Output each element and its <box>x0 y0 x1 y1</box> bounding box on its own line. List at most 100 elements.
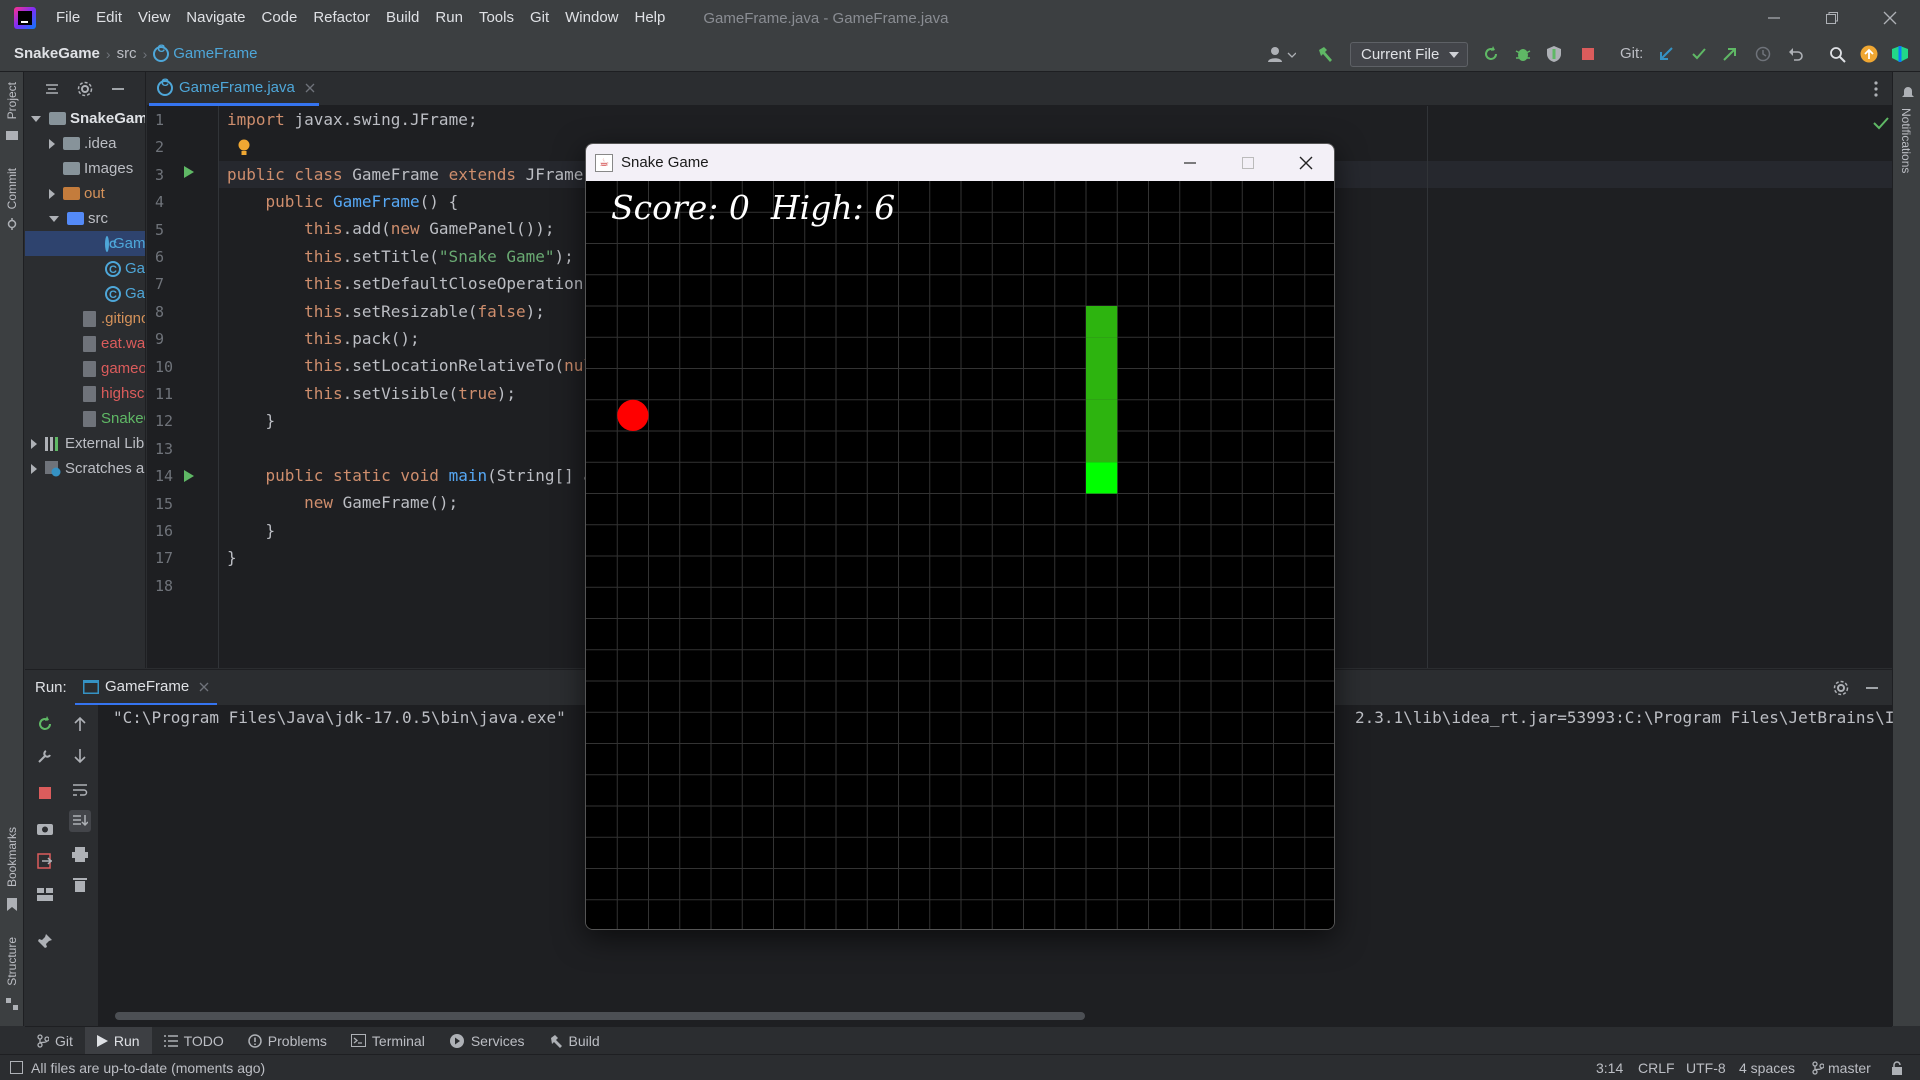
rerun-button[interactable] <box>34 713 56 735</box>
run-gutter-icon[interactable] <box>183 469 195 483</box>
pin-tab-button[interactable] <box>34 930 56 952</box>
profile-dropdown[interactable] <box>1265 43 1297 65</box>
notifications-tool-button[interactable]: Notifications <box>1899 108 1913 177</box>
scroll-to-end-button[interactable] <box>69 810 91 832</box>
tree-item-gameover-wav[interactable]: gameover.wav <box>83 356 145 381</box>
snake-window-titlebar[interactable]: ☕ Snake Game <box>586 144 1334 181</box>
restore-button[interactable] <box>1803 0 1861 36</box>
layout-button[interactable] <box>34 883 56 905</box>
scroll-up-button[interactable] <box>69 713 91 735</box>
tree-item-snakegame[interactable]: SnakeGame <box>31 106 145 131</box>
close-tab-icon[interactable] <box>305 83 315 93</box>
menu-help[interactable]: Help <box>627 0 674 36</box>
exit-button[interactable] <box>34 850 56 872</box>
structure-tool-button[interactable]: Structure <box>5 937 19 990</box>
status-message[interactable]: All files are up-to-date (moments ago) <box>31 1060 265 1076</box>
menu-navigate[interactable]: Navigate <box>178 0 253 36</box>
snake-minimize-button[interactable] <box>1161 144 1219 181</box>
git-rollback-button[interactable] <box>1785 43 1807 65</box>
stop-button[interactable] <box>34 782 56 804</box>
editor-vertical-scrollbar[interactable] <box>1880 136 1888 666</box>
stop-button[interactable] <box>1577 43 1599 65</box>
menu-view[interactable]: View <box>130 0 178 36</box>
project-tool-button[interactable]: Project <box>5 82 19 123</box>
hide-panel-icon[interactable] <box>1865 681 1879 695</box>
indent-setting[interactable]: 4 spaces <box>1739 1055 1795 1080</box>
breadcrumb-src[interactable]: src <box>117 45 137 62</box>
tree-item-idea[interactable]: .idea <box>49 131 117 156</box>
git-commit-button[interactable] <box>1688 43 1710 65</box>
soft-wrap-button[interactable] <box>69 779 91 801</box>
git-branch-widget[interactable]: master <box>1812 1055 1871 1080</box>
more-options-icon[interactable] <box>1874 81 1878 97</box>
coverage-button[interactable] <box>1543 43 1565 65</box>
menu-build[interactable]: Build <box>378 0 427 36</box>
tree-item-eat-wav[interactable]: eat.wav <box>83 331 145 356</box>
tool-tab-todo[interactable]: TODO <box>152 1027 236 1055</box>
tree-item-iml[interactable]: SnakeGame.iml <box>83 406 145 431</box>
screenshot-button[interactable] <box>34 817 56 839</box>
menu-tools[interactable]: Tools <box>471 0 522 36</box>
menu-refactor[interactable]: Refactor <box>305 0 378 36</box>
menu-run[interactable]: Run <box>427 0 471 36</box>
collapse-all-icon[interactable] <box>45 82 59 96</box>
tree-item-src[interactable]: src <box>49 206 108 231</box>
tab-gameframe-java[interactable]: GameFrame.java <box>149 72 319 106</box>
git-push-button[interactable] <box>1719 43 1741 65</box>
tool-tab-run[interactable]: Run <box>84 1026 152 1055</box>
tree-item-scratches[interactable]: Scratches and Consoles <box>31 456 145 481</box>
status-toggle-icon[interactable] <box>10 1061 23 1074</box>
tool-tab-git[interactable]: Git <box>25 1027 85 1055</box>
git-update-button[interactable] <box>1655 43 1677 65</box>
menu-code[interactable]: Code <box>253 0 305 36</box>
run-tab-gameframe[interactable]: GameFrame <box>75 670 218 706</box>
jetbrains-toolbox-button[interactable] <box>1889 43 1911 65</box>
print-button[interactable] <box>69 843 91 865</box>
close-window-button[interactable] <box>1861 0 1919 36</box>
gear-icon[interactable] <box>1833 680 1849 696</box>
updates-button[interactable] <box>1858 43 1880 65</box>
menu-edit[interactable]: Edit <box>88 0 130 36</box>
tool-tab-services[interactable]: Services <box>437 1027 537 1055</box>
tree-item-highscore[interactable]: highscore.txt <box>83 381 145 406</box>
game-board[interactable] <box>586 181 1335 930</box>
line-separator[interactable]: CRLF <box>1638 1055 1675 1080</box>
tree-item-out[interactable]: out <box>49 181 105 206</box>
console-horizontal-scrollbar[interactable] <box>115 1012 1085 1020</box>
tool-tab-terminal[interactable]: Terminal <box>339 1027 437 1055</box>
lightbulb-icon[interactable] <box>237 139 251 157</box>
debug-button[interactable] <box>1512 43 1534 65</box>
caret-position[interactable]: 3:14 <box>1596 1055 1623 1080</box>
build-button[interactable] <box>1314 43 1336 65</box>
hide-panel-icon[interactable] <box>111 82 125 96</box>
intellij-logo-icon[interactable] <box>14 7 36 29</box>
commit-tool-button[interactable]: Commit <box>5 168 19 213</box>
rerun-button[interactable] <box>1480 43 1502 65</box>
menu-git[interactable]: Git <box>522 0 557 36</box>
snake-close-button[interactable] <box>1277 144 1334 181</box>
settings-tool-button[interactable] <box>34 745 56 767</box>
tool-tab-problems[interactable]: Problems <box>236 1027 339 1055</box>
run-configuration-select[interactable]: Current File <box>1350 42 1468 67</box>
clear-console-button[interactable] <box>69 873 91 895</box>
breadcrumb-project[interactable]: SnakeGame <box>14 45 100 62</box>
git-history-button[interactable] <box>1752 43 1774 65</box>
close-tab-icon[interactable] <box>199 682 209 692</box>
file-encoding[interactable]: UTF-8 <box>1686 1055 1726 1080</box>
snake-game-window[interactable]: ☕ Snake Game Score: 0 High: 6 <box>585 143 1335 930</box>
minimize-button[interactable] <box>1745 0 1803 36</box>
tool-tab-build[interactable]: Build <box>537 1027 612 1055</box>
tree-item-gitignore[interactable]: .gitignore <box>83 306 145 331</box>
tree-item-images[interactable]: Images <box>63 156 133 181</box>
lock-icon[interactable] <box>1890 1061 1906 1075</box>
scroll-down-button[interactable] <box>69 745 91 767</box>
menu-file[interactable]: File <box>48 0 88 36</box>
tree-item-gamemain[interactable]: GameMain <box>105 281 145 308</box>
tree-item-external-libraries[interactable]: External Libraries <box>31 431 145 456</box>
bookmarks-tool-button[interactable]: Bookmarks <box>5 827 19 891</box>
tree-item-gamepanel[interactable]: GamePanel <box>105 256 145 283</box>
search-everywhere-button[interactable] <box>1826 43 1848 65</box>
run-gutter-icon[interactable] <box>183 165 195 179</box>
menu-window[interactable]: Window <box>557 0 626 36</box>
tree-item-gameframe[interactable]: GameFrame <box>25 231 145 258</box>
